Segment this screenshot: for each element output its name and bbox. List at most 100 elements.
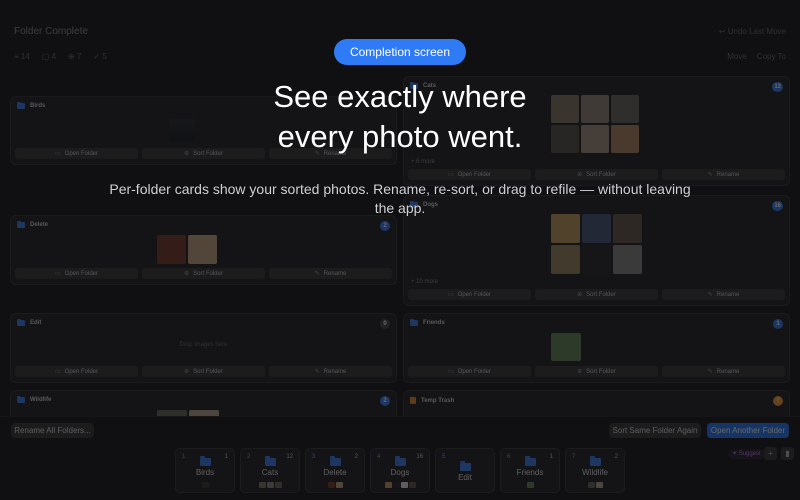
folder-card-delete[interactable]: Delete 2 ▭ Open Folder ⊕ Sort Folder ✎ Rena… xyxy=(10,215,397,285)
suggest-button[interactable]: ✦ Suggest xyxy=(728,449,765,459)
card-header: Delete xyxy=(17,220,48,228)
tile-number: 7 xyxy=(572,454,576,460)
button-label: Sort Folder xyxy=(193,368,223,375)
folder-icon xyxy=(460,461,471,471)
tile-preview xyxy=(566,482,624,488)
photo-thumb[interactable] xyxy=(157,235,186,264)
tile-number: 5 xyxy=(442,454,446,460)
card-actions: ▭ Open Folder ⊕ Sort Folder ✎ Rename xyxy=(408,289,785,300)
folder-tile-wildlife[interactable]: 7 2 Wildlife xyxy=(565,448,625,493)
rename-button[interactable]: ✎ Rename xyxy=(662,366,785,377)
move-mode-button[interactable]: Move xyxy=(727,52,747,61)
preview-thumb xyxy=(408,482,416,488)
sort-icon: ⊕ xyxy=(577,369,583,375)
tile-number: 4 xyxy=(377,454,381,460)
button-label: Rename xyxy=(716,368,740,375)
count-badge: 1 xyxy=(773,319,783,329)
sort-icon: ⊕ xyxy=(184,271,190,277)
tile-name: Delete xyxy=(323,468,347,477)
sort-folder-button[interactable]: ⊕ Sort Folder xyxy=(535,289,658,300)
subheadline-line-2: the app. xyxy=(374,200,426,216)
folder-icon xyxy=(17,220,25,228)
open-folder-button[interactable]: ▭ Open Folder xyxy=(15,148,138,159)
count-badge: 2 xyxy=(380,221,390,231)
photo-thumb[interactable] xyxy=(551,245,580,274)
folder-outline-icon: ▭ xyxy=(54,369,61,375)
tile-name: Edit xyxy=(458,473,472,482)
folder-tile-friends[interactable]: 6 1 Friends xyxy=(500,448,560,493)
button-label: Rename xyxy=(323,368,347,375)
tile-preview xyxy=(241,482,299,488)
tile-count: 2 xyxy=(614,454,618,460)
button-label: Open Folder xyxy=(64,368,99,375)
photo-grid xyxy=(551,214,642,274)
sort-folder-button[interactable]: ⊕ Sort Folder xyxy=(142,366,265,377)
folder-outline-icon: ▭ xyxy=(54,151,61,157)
pencil-icon: ✎ xyxy=(707,172,713,178)
photo-thumb[interactable] xyxy=(613,245,642,274)
rename-button[interactable]: ✎ Rename xyxy=(662,289,785,300)
folder-outline-icon: ▭ xyxy=(54,271,61,277)
folder-card-friends[interactable]: Friends 1 ▭ Open Folder ⊕ Sort Folder ✎ Ren… xyxy=(403,313,790,383)
folder-tile-edit[interactable]: 5 Edit xyxy=(435,448,495,493)
headline-line-1: See exactly where xyxy=(273,79,527,114)
undo-button[interactable]: ↩ Undo Last Move xyxy=(719,27,786,36)
card-title: Temp Trash xyxy=(421,397,455,404)
stat-total: ≡ 14 xyxy=(14,52,30,61)
copy-mode-button[interactable]: Copy To xyxy=(757,52,786,61)
card-actions: ▭ Open Folder ⊕ Sort Folder ✎ Rename xyxy=(15,268,392,279)
drop-zone[interactable]: Drop images here xyxy=(11,342,396,348)
page-title: Folder Complete xyxy=(14,26,88,37)
folder-icon xyxy=(200,456,211,466)
photo-grid xyxy=(157,235,217,264)
card-header: Birds xyxy=(17,101,45,109)
rename-button[interactable]: ✎ Rename xyxy=(269,268,392,279)
pencil-icon: ✎ xyxy=(707,369,713,375)
button-label: Open Folder xyxy=(64,150,99,157)
photo-thumb[interactable] xyxy=(613,214,642,243)
folder-card-edit[interactable]: Edit 0 Drop images here ▭ Open Folder ⊕ So… xyxy=(10,313,397,383)
preview-thumb xyxy=(266,482,274,488)
preview-thumb xyxy=(274,482,282,488)
sort-again-button[interactable]: Sort Same Folder Again xyxy=(609,423,701,438)
tile-count: 16 xyxy=(416,454,423,460)
button-label: Sort Folder xyxy=(193,270,223,277)
folder-tile-delete[interactable]: 3 2 Delete xyxy=(305,448,365,493)
add-folder-button[interactable]: + xyxy=(764,447,777,460)
sort-folder-button[interactable]: ⊕ Sort Folder xyxy=(142,268,265,279)
button-label: Open Folder xyxy=(457,291,492,298)
photo-thumb[interactable] xyxy=(551,333,581,361)
folder-icon xyxy=(395,456,406,466)
photo-thumb[interactable] xyxy=(582,214,611,243)
folder-icon xyxy=(17,101,25,109)
button-label: Sort Folder xyxy=(586,171,616,178)
rename-button[interactable]: ✎ Rename xyxy=(269,366,392,377)
photo-thumb[interactable] xyxy=(582,245,611,274)
tile-count: 12 xyxy=(286,454,293,460)
folder-tile-dogs[interactable]: 4 16 Dogs xyxy=(370,448,430,493)
folder-outline-icon: ▭ xyxy=(447,369,454,375)
folder-icon xyxy=(525,456,536,466)
folder-icon xyxy=(265,456,276,466)
card-header: Temp Trash xyxy=(410,397,454,404)
bookmark-button[interactable]: ▮ xyxy=(781,447,794,460)
button-label: Rename xyxy=(716,171,740,178)
folder-tile-cats[interactable]: 2 12 Cats xyxy=(240,448,300,493)
photo-thumb[interactable] xyxy=(188,235,217,264)
folder-icon xyxy=(17,318,25,326)
count-badge: 12 xyxy=(772,82,783,92)
sort-folder-button[interactable]: ⊕ Sort Folder xyxy=(535,366,658,377)
photo-thumb[interactable] xyxy=(551,214,580,243)
button-label: Open Folder xyxy=(64,270,99,277)
open-another-folder-button[interactable]: Open Another Folder xyxy=(707,423,789,438)
tile-name: Wildlife xyxy=(582,468,608,477)
folder-tile-birds[interactable]: 1 1 Birds xyxy=(175,448,235,493)
preview-thumb xyxy=(587,482,595,488)
card-title: Edit xyxy=(30,320,42,326)
rename-all-button[interactable]: Rename All Folders... xyxy=(11,423,94,438)
open-folder-button[interactable]: ▭ Open Folder xyxy=(15,366,138,377)
open-folder-button[interactable]: ▭ Open Folder xyxy=(15,268,138,279)
tile-count: 1 xyxy=(224,454,228,460)
open-folder-button[interactable]: ▭ Open Folder xyxy=(408,366,531,377)
open-folder-button[interactable]: ▭ Open Folder xyxy=(408,289,531,300)
